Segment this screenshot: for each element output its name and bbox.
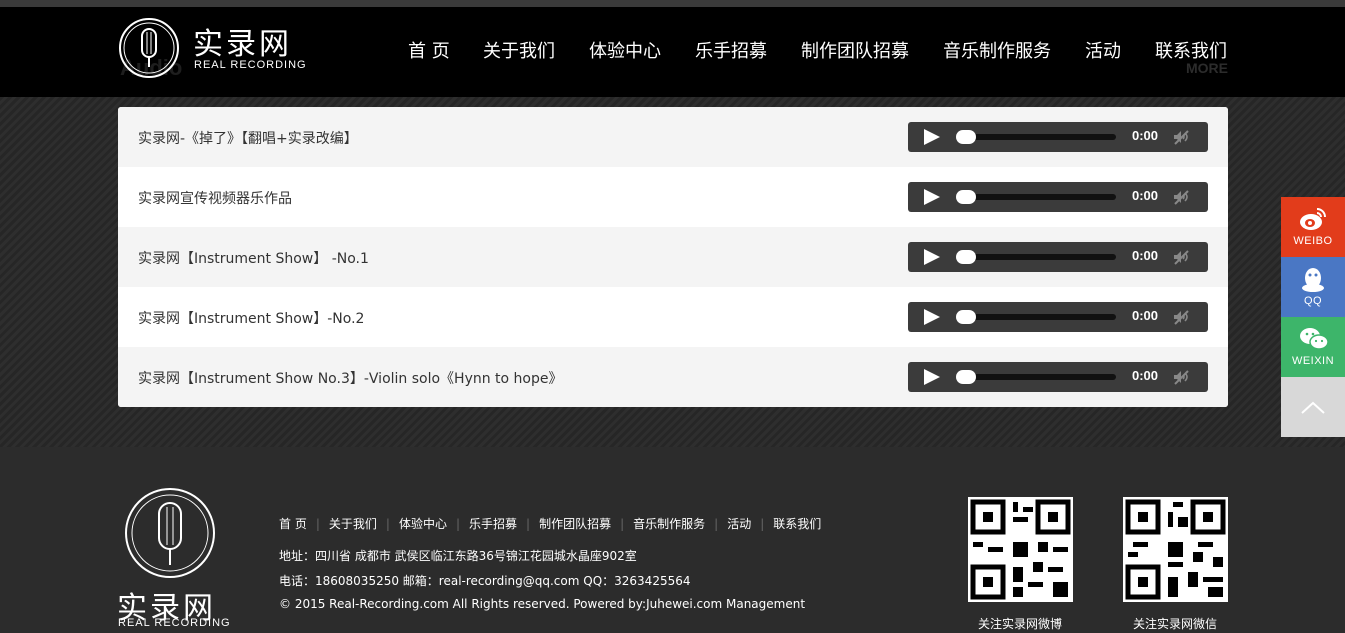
header: Audio 实录网 REAL RECORDING MORE 首 页 关于我们 体… bbox=[0, 7, 1345, 97]
nav-item-experience[interactable]: 体验中心 bbox=[589, 37, 661, 63]
footer-link-contact[interactable]: 联系我们 bbox=[773, 517, 821, 531]
footer-address: 地址：四川省 成都市 武侯区临江东路36号锦江花园城水晶座902室 bbox=[279, 549, 637, 563]
weixin-share-button[interactable]: WEIXIN bbox=[1281, 317, 1345, 377]
qq-share-button[interactable]: QQ bbox=[1281, 257, 1345, 317]
mute-icon[interactable] bbox=[1172, 128, 1190, 146]
audio-player: 0:00 bbox=[908, 242, 1208, 272]
footer: 实录网 REAL RECORDING 首 页 | 关于我们 | 体验中心 | 乐手招募 | 制作… bbox=[0, 447, 1345, 633]
play-icon[interactable] bbox=[924, 129, 940, 145]
audio-player: 0:00 bbox=[908, 302, 1208, 332]
weibo-qr-code bbox=[968, 497, 1073, 602]
footer-link-team-recruit[interactable]: 制作团队招募 bbox=[539, 517, 611, 531]
footer-link-experience[interactable]: 体验中心 bbox=[399, 517, 447, 531]
progress-handle[interactable] bbox=[956, 130, 976, 144]
time-display: 0:00 bbox=[1132, 188, 1159, 203]
back-to-top-button[interactable] bbox=[1281, 377, 1345, 437]
audio-title: 实录网【Instrument Show】 -No.1 bbox=[138, 251, 369, 267]
play-icon[interactable] bbox=[924, 309, 940, 325]
nav-item-musician-recruit[interactable]: 乐手招募 bbox=[695, 37, 767, 63]
qq-label: QQ bbox=[1303, 295, 1323, 307]
weibo-label: WEIBO bbox=[1293, 235, 1333, 247]
progress-handle[interactable] bbox=[956, 370, 976, 384]
nav-item-contact[interactable]: 联系我们 bbox=[1155, 37, 1227, 63]
footer-link-about[interactable]: 关于我们 bbox=[329, 517, 377, 531]
progress-track[interactable] bbox=[956, 374, 1116, 380]
mute-icon[interactable] bbox=[1172, 188, 1190, 206]
weixin-label: WEIXIN bbox=[1291, 355, 1335, 367]
audio-title: 实录网【Instrument Show No.3】-Violin solo《Hy… bbox=[138, 371, 563, 387]
mute-icon[interactable] bbox=[1172, 248, 1190, 266]
footer-separator: | bbox=[760, 517, 765, 531]
footer-separator: | bbox=[455, 517, 460, 531]
play-icon[interactable] bbox=[924, 369, 940, 385]
audio-row: 实录网【Instrument Show No.3】-Violin solo《Hy… bbox=[118, 347, 1228, 407]
weibo-share-button[interactable]: WEIBO bbox=[1281, 197, 1345, 257]
progress-track[interactable] bbox=[956, 134, 1116, 140]
time-display: 0:00 bbox=[1132, 368, 1159, 383]
progress-track[interactable] bbox=[956, 194, 1116, 200]
footer-contact: 电话：18608035250 邮箱：real-recording@qq.com … bbox=[279, 574, 691, 588]
wechat-icon bbox=[1300, 328, 1329, 350]
footer-copyright: © 2015 Real-Recording.com All Rights res… bbox=[279, 597, 806, 611]
progress-track[interactable] bbox=[956, 254, 1116, 260]
progress-track[interactable] bbox=[956, 314, 1116, 320]
qr-code-icon bbox=[970, 499, 1071, 600]
footer-separator: | bbox=[385, 517, 390, 531]
qr-code-icon bbox=[1125, 499, 1226, 600]
audio-player: 0:00 bbox=[908, 122, 1208, 152]
nav-item-about[interactable]: 关于我们 bbox=[483, 37, 555, 63]
time-display: 0:00 bbox=[1132, 248, 1159, 263]
main-nav: 首 页 关于我们 体验中心 乐手招募 制作团队招募 音乐制作服务 活动 联系我们 bbox=[0, 37, 1345, 67]
time-display: 0:00 bbox=[1132, 308, 1159, 323]
audio-title: 实录网宣传视频器乐作品 bbox=[138, 191, 292, 207]
audio-row: 实录网-《掉了》【翻唱+实录改编】 0:00 bbox=[118, 107, 1228, 167]
footer-microphone-logo-icon bbox=[125, 488, 215, 578]
progress-handle[interactable] bbox=[956, 250, 976, 264]
audio-title: 实录网【Instrument Show】-No.2 bbox=[138, 311, 365, 327]
audio-title: 实录网-《掉了》【翻唱+实录改编】 bbox=[138, 131, 358, 147]
footer-logo-text-en: REAL RECORDING bbox=[118, 617, 231, 629]
play-icon[interactable] bbox=[924, 189, 940, 205]
top-strip bbox=[0, 0, 1345, 7]
progress-handle[interactable] bbox=[956, 310, 976, 324]
weixin-qr-caption: 关注实录网微信 bbox=[1133, 617, 1218, 631]
nav-item-music-production[interactable]: 音乐制作服务 bbox=[943, 37, 1051, 63]
audio-row: 实录网【Instrument Show】-No.2 0:00 bbox=[118, 287, 1228, 347]
weixin-qr-code bbox=[1123, 497, 1228, 602]
time-display: 0:00 bbox=[1132, 128, 1159, 143]
nav-item-team-recruit[interactable]: 制作团队招募 bbox=[801, 37, 909, 63]
mute-icon[interactable] bbox=[1172, 368, 1190, 386]
footer-separator: | bbox=[620, 517, 625, 531]
footer-link-music-production[interactable]: 音乐制作服务 bbox=[633, 517, 705, 531]
footer-link-musician-recruit[interactable]: 乐手招募 bbox=[469, 517, 517, 531]
audio-list: 实录网-《掉了》【翻唱+实录改编】 0:00 实录网宣传视频器乐作品 0:00 … bbox=[118, 107, 1228, 407]
audio-row: 实录网【Instrument Show】 -No.1 0:00 bbox=[118, 227, 1228, 287]
footer-link-home[interactable]: 首 页 bbox=[279, 517, 307, 531]
play-icon[interactable] bbox=[924, 249, 940, 265]
audio-player: 0:00 bbox=[908, 362, 1208, 392]
chevron-up-icon bbox=[1301, 401, 1325, 414]
audio-row: 实录网宣传视频器乐作品 0:00 bbox=[118, 167, 1228, 227]
footer-separator: | bbox=[714, 517, 719, 531]
mute-icon[interactable] bbox=[1172, 308, 1190, 326]
progress-handle[interactable] bbox=[956, 190, 976, 204]
footer-link-events[interactable]: 活动 bbox=[727, 517, 751, 531]
footer-nav: 首 页 | 关于我们 | 体验中心 | 乐手招募 | 制作团队招募 | 音乐制作服务 | 活动 | 联系我们 bbox=[279, 513, 821, 531]
qq-penguin-icon bbox=[1302, 268, 1324, 292]
weibo-qr-caption: 关注实录网微博 bbox=[978, 617, 1063, 631]
audio-player: 0:00 bbox=[908, 182, 1208, 212]
weibo-icon bbox=[1300, 208, 1326, 230]
nav-item-home[interactable]: 首 页 bbox=[408, 37, 450, 63]
footer-separator: | bbox=[315, 517, 320, 531]
footer-separator: | bbox=[526, 517, 531, 531]
nav-item-events[interactable]: 活动 bbox=[1085, 37, 1121, 63]
